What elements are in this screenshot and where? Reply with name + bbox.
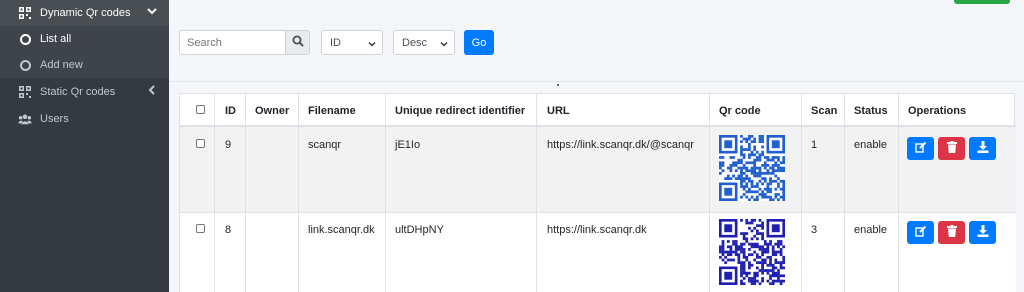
row-checkbox[interactable] — [196, 139, 205, 148]
qrcode-icon — [18, 6, 32, 20]
qr-code-image[interactable] — [719, 219, 785, 285]
column-divider — [844, 94, 845, 292]
column-header-id[interactable]: ID — [225, 105, 236, 117]
sidebar-item-label: Dynamic Qr codes — [40, 7, 131, 19]
chevron-down-icon — [368, 39, 376, 51]
sidebar-item-label: Users — [40, 113, 69, 125]
edit-icon — [914, 225, 927, 240]
column-divider — [536, 94, 537, 292]
column-header-filename[interactable]: Filename — [308, 105, 356, 117]
sort-field-value: ID — [330, 36, 341, 49]
divider — [169, 81, 1024, 82]
row-scan-count: 3 — [811, 224, 818, 236]
sidebar-item-list-all[interactable]: List all — [0, 26, 169, 52]
column-divider — [709, 94, 710, 292]
column-divider — [898, 94, 899, 292]
delete-button[interactable] — [938, 137, 965, 160]
main-content: ID Desc Go ID Owner Filename Unique redi… — [169, 0, 1024, 292]
row-checkbox[interactable] — [196, 224, 205, 233]
download-icon — [977, 141, 989, 156]
users-icon — [18, 112, 32, 126]
row-status: enable — [854, 224, 888, 236]
row-id: 9 — [225, 139, 232, 151]
edit-button[interactable] — [907, 137, 934, 160]
select-all-checkbox[interactable] — [196, 105, 205, 114]
sidebar-item-label: List all — [40, 33, 72, 45]
column-header-scan[interactable]: Scan — [811, 105, 837, 117]
sort-field-select[interactable]: ID — [321, 30, 383, 55]
column-header-owner[interactable]: Owner — [255, 105, 289, 117]
download-icon — [977, 225, 989, 240]
edit-button[interactable] — [907, 221, 934, 244]
sidebar: Dynamic Qr codes List all Add new Static… — [0, 0, 169, 292]
table-header-row — [180, 94, 1016, 127]
qr-table: ID Owner Filename Unique redirect identi… — [179, 93, 1016, 292]
edit-icon — [914, 141, 927, 156]
chevron-down-icon — [147, 6, 157, 19]
row-url[interactable]: https://link.scanqr.dk — [547, 224, 647, 236]
column-header-operations: Operations — [908, 105, 967, 117]
sidebar-item-users[interactable]: Users — [0, 106, 169, 132]
row-scan-count: 1 — [811, 139, 818, 151]
add-button[interactable] — [954, 0, 1010, 4]
search-input[interactable] — [179, 30, 285, 55]
column-header-identifier[interactable]: Unique redirect identifier — [395, 105, 525, 117]
sidebar-item-label: Add new — [40, 59, 83, 71]
column-divider — [801, 94, 802, 292]
sidebar-item-label: Static Qr codes — [40, 86, 116, 98]
search-icon — [292, 35, 304, 50]
row-id: 8 — [225, 224, 232, 236]
download-button[interactable] — [969, 221, 996, 244]
column-divider — [245, 94, 246, 292]
search-group — [179, 30, 310, 55]
column-divider — [298, 94, 299, 292]
column-divider — [214, 94, 215, 292]
row-identifier: ultDHpNY — [395, 224, 444, 236]
column-header-qr-code: Qr code — [719, 105, 761, 117]
column-header-url[interactable]: URL — [547, 105, 570, 117]
qrcode-icon — [18, 85, 32, 99]
row-filename: scanqr — [308, 139, 342, 151]
qr-code-image[interactable] — [719, 135, 785, 201]
column-divider — [385, 94, 386, 292]
row-filename: link.scanqr.dk — [308, 224, 375, 236]
chevron-left-icon — [147, 85, 157, 98]
sidebar-item-add-new[interactable]: Add new — [0, 52, 169, 78]
circle-icon — [18, 58, 32, 72]
row-status: enable — [854, 139, 888, 151]
trash-icon — [946, 141, 957, 156]
row-identifier: jE1Io — [395, 139, 421, 151]
delete-button[interactable] — [938, 221, 965, 244]
chevron-down-icon — [440, 39, 448, 51]
column-header-status[interactable]: Status — [854, 105, 888, 117]
sidebar-item-dynamic-qr-codes[interactable]: Dynamic Qr codes — [0, 0, 169, 26]
sort-order-select[interactable]: Desc — [393, 30, 455, 55]
trash-icon — [946, 225, 957, 240]
sort-order-value: Desc — [402, 36, 428, 49]
divider-dot — [557, 84, 559, 86]
search-button[interactable] — [285, 30, 310, 55]
row-url[interactable]: https://link.scanqr.dk/@scanqr — [547, 139, 694, 151]
circle-icon — [18, 32, 32, 46]
sidebar-item-static-qr-codes[interactable]: Static Qr codes — [0, 79, 169, 105]
go-button[interactable]: Go — [464, 30, 494, 55]
download-button[interactable] — [969, 137, 996, 160]
